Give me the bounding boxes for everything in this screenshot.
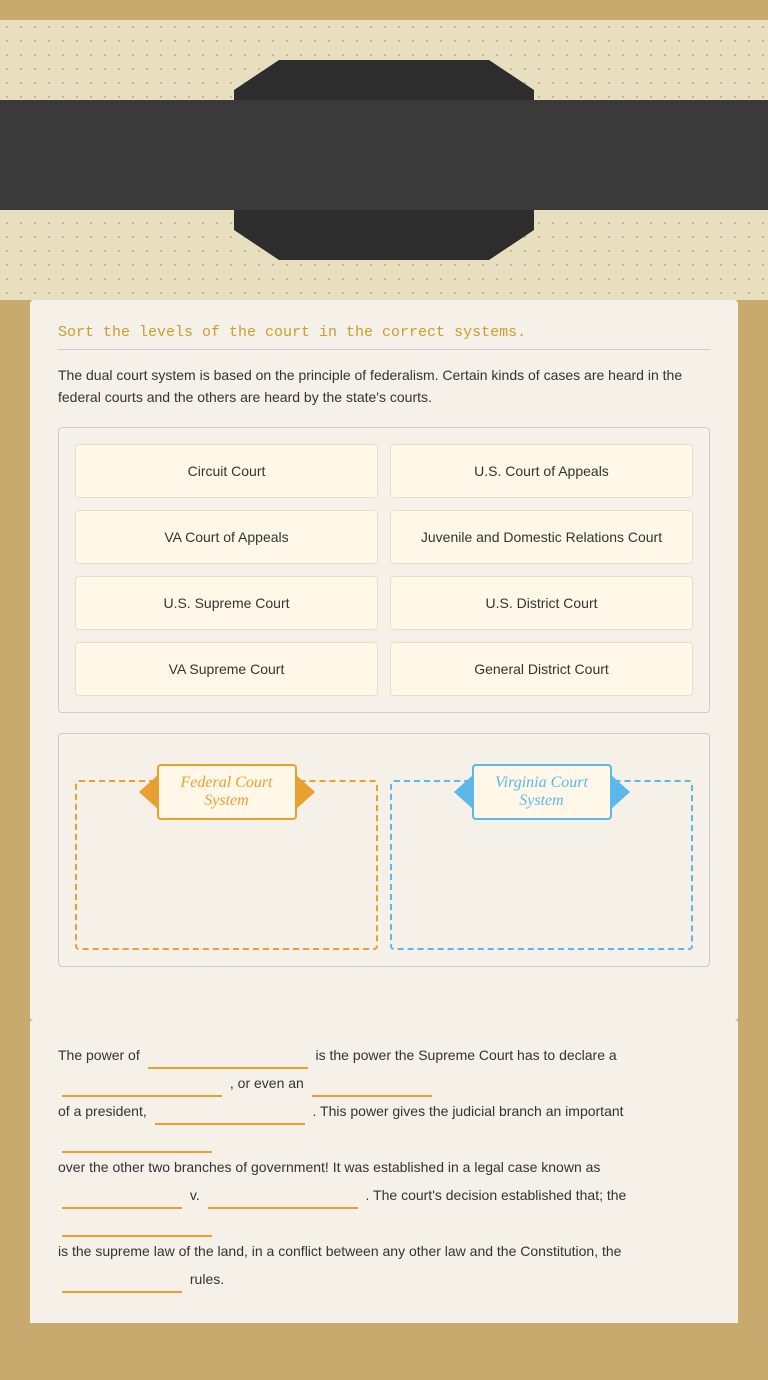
- card-circuit-court[interactable]: Circuit Court: [75, 444, 378, 498]
- cards-grid: Circuit Court U.S. Court of Appeals VA C…: [75, 444, 693, 696]
- blank-input-4[interactable]: [155, 1107, 305, 1125]
- virginia-banner-right-arrow: [610, 774, 630, 810]
- federal-banner-right-arrow: [295, 774, 315, 810]
- fillblank-text9: is the supreme law of the land, in a con…: [58, 1243, 621, 1259]
- fillblank-text4: of a president,: [58, 1103, 147, 1119]
- card-us-district-court[interactable]: U.S. District Court: [390, 576, 693, 630]
- drop-zones-container: Federal Court System Virginia Court Syst…: [58, 733, 710, 967]
- federal-banner: Federal Court System: [139, 764, 315, 820]
- fillblank-intro: The power of: [58, 1047, 140, 1063]
- fillblank-text7: v.: [190, 1187, 200, 1203]
- cards-container: Circuit Court U.S. Court of Appeals VA C…: [58, 427, 710, 713]
- blank-input-7[interactable]: [208, 1191, 358, 1209]
- fillblank-text5: . This power gives the judicial branch a…: [313, 1103, 624, 1119]
- fillblank-text6: over the other two branches of governmen…: [58, 1159, 600, 1175]
- fillblank-text3: , or even an: [230, 1075, 304, 1091]
- divider: [58, 349, 710, 350]
- virginia-banner: Virginia Court System: [454, 764, 630, 820]
- fillblank-text8: . The court's decision established that;…: [366, 1187, 627, 1203]
- fillblank-text2: is the power the Supreme Court has to de…: [316, 1047, 617, 1063]
- card-us-supreme-court[interactable]: U.S. Supreme Court: [75, 576, 378, 630]
- blank-input-1[interactable]: [148, 1051, 308, 1069]
- blank-input-9[interactable]: [62, 1275, 182, 1293]
- fillblank-section: The power of is the power the Supreme Co…: [30, 1021, 738, 1323]
- card-va-supreme-court[interactable]: VA Supreme Court: [75, 642, 378, 696]
- federal-banner-box: Federal Court System: [157, 764, 297, 820]
- instruction-text: Sort the levels of the court in the corr…: [58, 324, 710, 341]
- blank-input-3[interactable]: [312, 1079, 432, 1097]
- description-text: The dual court system is based on the pr…: [58, 364, 710, 409]
- card-general-district[interactable]: General District Court: [390, 642, 693, 696]
- main-content: Sort the levels of the court in the corr…: [30, 300, 738, 1021]
- header-pattern: The Judicial Branch: [0, 20, 768, 300]
- dark-banner: [0, 100, 768, 210]
- card-juvenile-domestic[interactable]: Juvenile and Domestic Relations Court: [390, 510, 693, 564]
- card-va-court-of-appeals[interactable]: VA Court of Appeals: [75, 510, 378, 564]
- federal-banner-left-arrow: [139, 774, 159, 810]
- blank-input-6[interactable]: [62, 1191, 182, 1209]
- federal-drop-zone[interactable]: Federal Court System: [75, 780, 378, 950]
- fillblank-text10: rules.: [190, 1271, 224, 1287]
- virginia-banner-left-arrow: [454, 774, 474, 810]
- virginia-drop-zone[interactable]: Virginia Court System: [390, 780, 693, 950]
- blank-input-8[interactable]: [62, 1219, 212, 1237]
- header-section: The Judicial Branch: [0, 0, 768, 300]
- blank-input-5[interactable]: [62, 1135, 212, 1153]
- blank-input-2[interactable]: [62, 1079, 222, 1097]
- virginia-banner-box: Virginia Court System: [472, 764, 612, 820]
- card-us-court-of-appeals[interactable]: U.S. Court of Appeals: [390, 444, 693, 498]
